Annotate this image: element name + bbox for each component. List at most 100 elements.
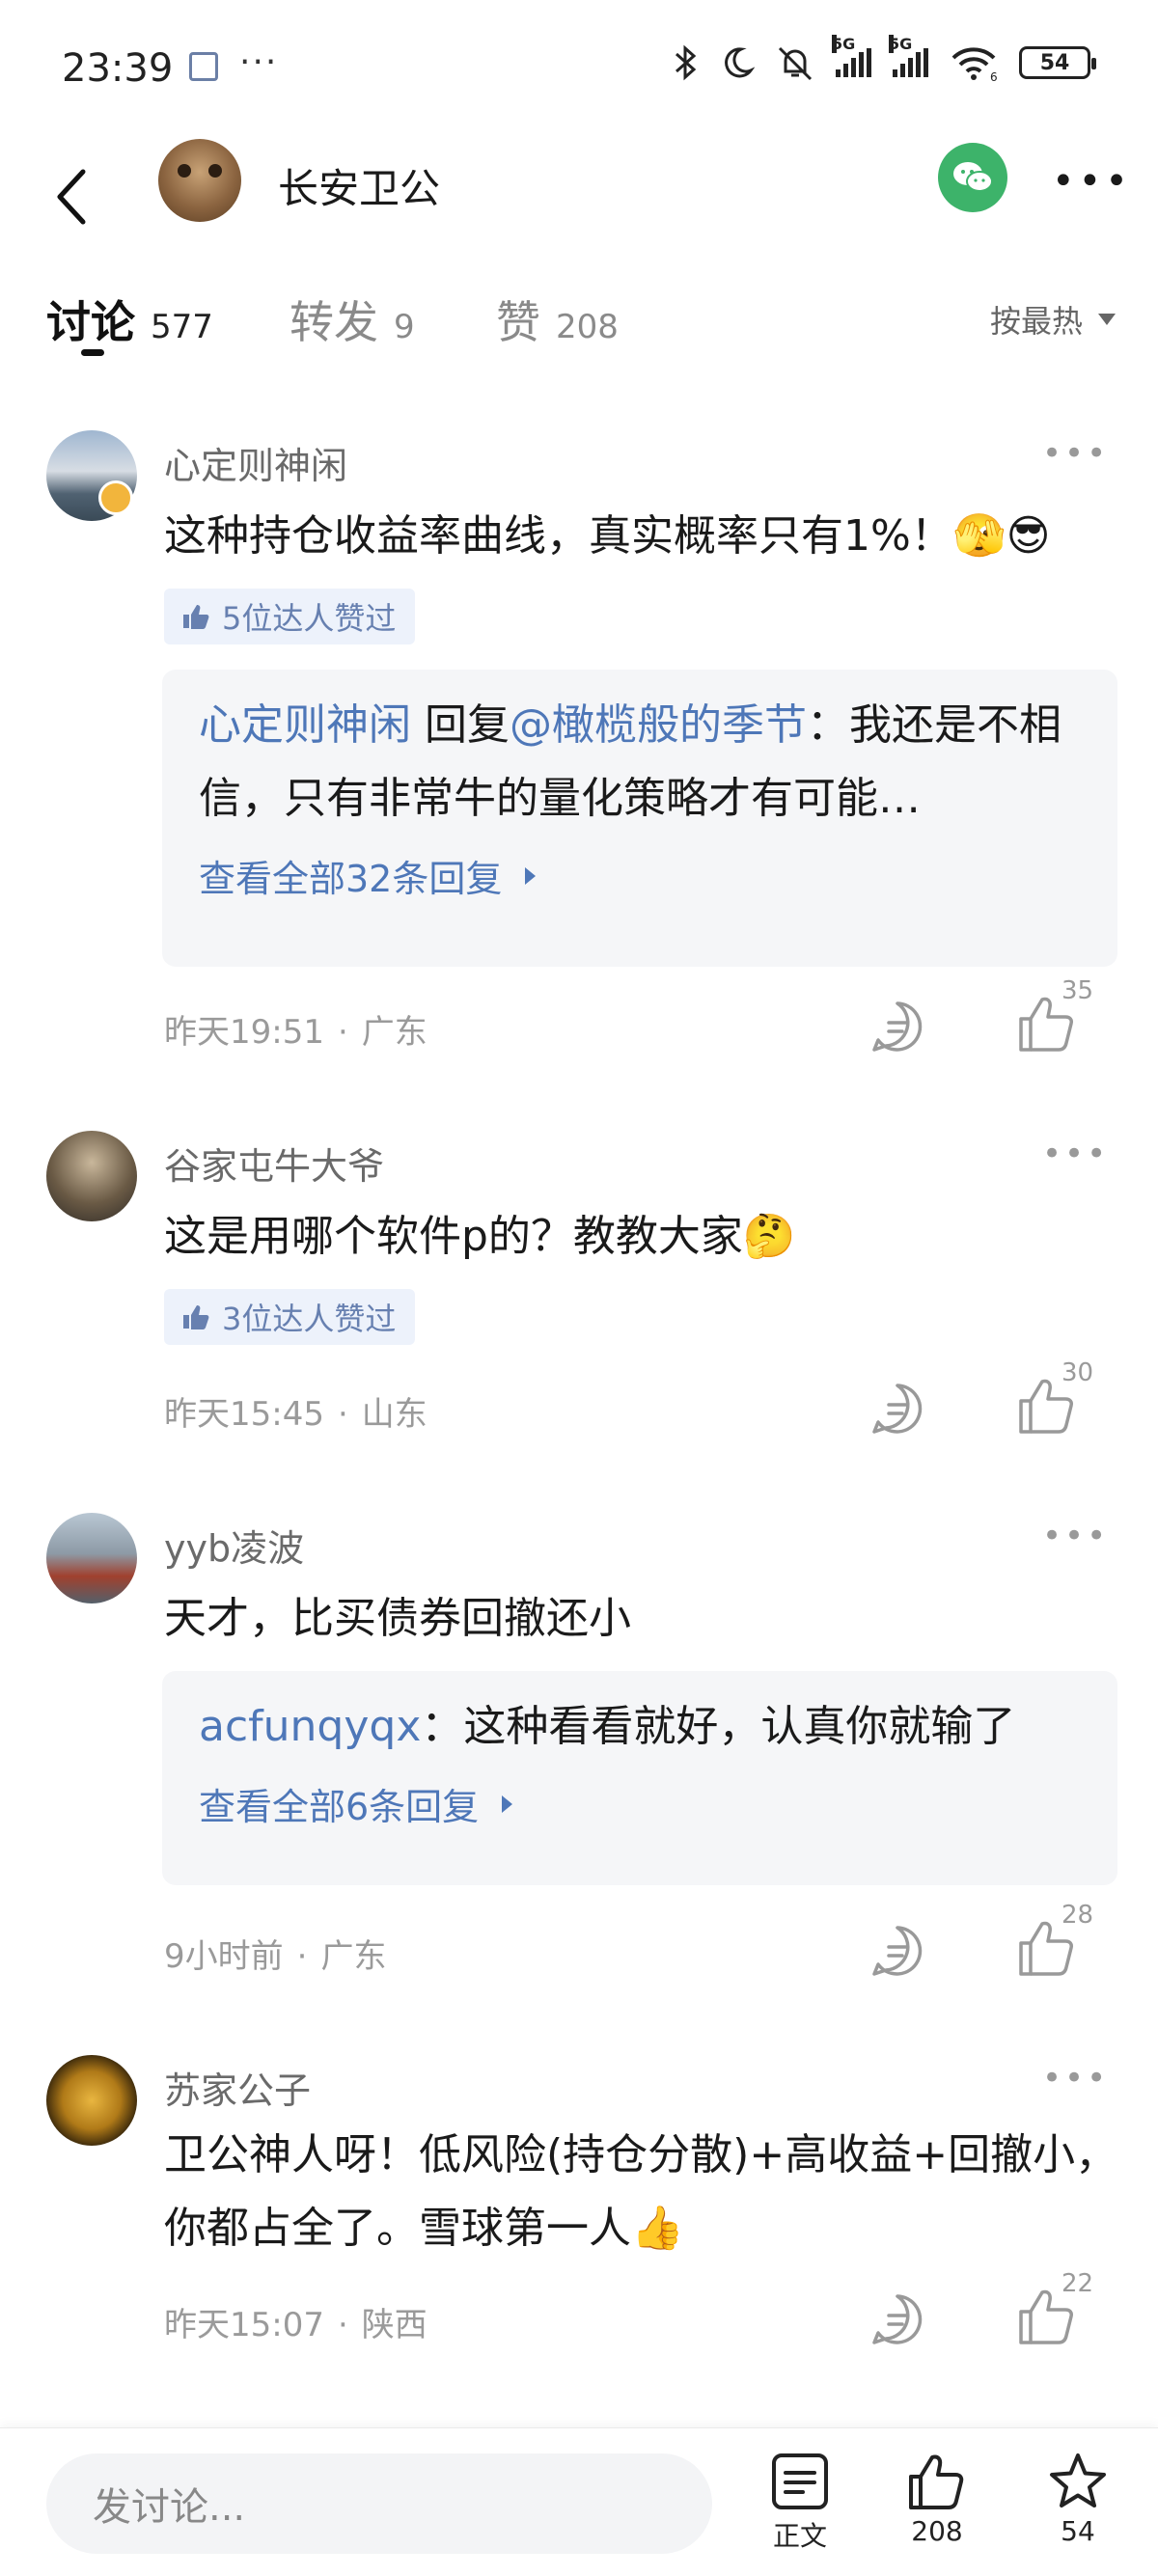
comment-location: 山东 (361, 1395, 427, 1434)
comment-item: 谷家屯牛大爷 ••• 这是用哪个软件p的？教教大家🤔 3位达人赞过 昨天15:4… (0, 1127, 1158, 1474)
battery-indicator: 54 (1019, 46, 1096, 79)
status-time: 23:39 (62, 46, 174, 91)
comment-time: 昨天15:45 (164, 1395, 324, 1434)
badge-text: 5位达人赞过 (222, 600, 397, 637)
reply-icon[interactable] (868, 998, 926, 1055)
view-all-replies-link[interactable]: 查看全部6条回复 (199, 1777, 1081, 1830)
author-name[interactable]: 长安卫公 (278, 156, 440, 215)
comment-more-button[interactable]: ••• (1042, 434, 1109, 473)
reply-icon[interactable] (868, 2290, 926, 2348)
like-count: 28 (1062, 1901, 1094, 1930)
reply-text: 心定则神闲 回复@橄榄般的季节：我还是不相信，只有非常牛的量化策略才有可能… (199, 689, 1081, 836)
comment-text: 这是用哪个软件p的？教教大家🤔 (164, 1212, 796, 1261)
view-all-replies-label: 查看全部6条回复 (199, 1786, 480, 1828)
like-count: 22 (1062, 2269, 1094, 2298)
thumbs-up-icon (909, 2454, 964, 2509)
reply-body: ：这种看看就好，认真你就输了 (421, 1702, 1016, 1751)
badge-text: 3位达人赞过 (222, 1301, 397, 1337)
tab-likes[interactable]: 赞 208 (496, 288, 619, 351)
reply-author[interactable]: 心定则神闲 (199, 700, 411, 750)
comment-more-button[interactable]: ••• (1042, 1517, 1109, 1555)
avatar[interactable] (46, 1131, 137, 1221)
like-count: 208 (911, 2515, 963, 2547)
document-icon (772, 2453, 828, 2509)
favorite-count: 54 (1061, 2515, 1095, 2547)
cell-signal-2-icon: 5G (889, 35, 928, 77)
cell-signal-1-icon: 5G (832, 35, 871, 77)
commenter-name[interactable]: 谷家屯牛大爷 (164, 1137, 384, 1190)
wifi-icon: 6 (951, 47, 998, 81)
comment-text: 天才，比买债券回撤还小 (164, 1594, 631, 1643)
bottom-action-bar: 发讨论... 正文 208 54 (0, 2427, 1158, 2576)
favorite-button[interactable]: 54 (1025, 2450, 1131, 2547)
comment-location: 广东 (361, 1013, 427, 1052)
comment-text: 这种持仓收益率曲线，真实概率只有1%！🫣😎 (164, 511, 1051, 561)
tab-count: 208 (556, 308, 619, 346)
moon-icon (725, 47, 755, 78)
reply-preview[interactable]: 心定则神闲 回复@橄榄般的季节：我还是不相信，只有非常牛的量化策略才有可能… 查… (162, 670, 1117, 967)
thumbs-up-icon (183, 605, 209, 629)
reply-icon[interactable] (868, 1922, 926, 1980)
avatar[interactable] (46, 1513, 137, 1603)
svg-text:6: 6 (990, 70, 998, 81)
reply-verb: 回复 (411, 700, 510, 750)
reply-preview[interactable]: acfunqyqx：这种看看就好，认真你就输了 查看全部6条回复 (162, 1671, 1117, 1885)
comment-meta: 昨天19:51 · 广东 (164, 1013, 427, 1052)
back-arrow-icon[interactable] (39, 158, 106, 235)
like-post-button[interactable]: 208 (884, 2450, 990, 2547)
mute-bell-icon (778, 46, 813, 81)
comment-meta: 昨天15:45 · 山东 (164, 1395, 427, 1434)
bluetooth-icon (676, 44, 697, 81)
tab-bar: 讨论 577 转发 9 赞 208 按最热 (0, 280, 1158, 386)
commenter-name[interactable]: yyb凌波 (164, 1519, 304, 1572)
more-options-button[interactable]: ••• (1052, 162, 1132, 201)
comment-meta: 9小时前 · 广东 (164, 1937, 387, 1976)
comment-more-button[interactable]: ••• (1042, 2059, 1109, 2097)
commenter-name[interactable]: 心定则神闲 (164, 436, 347, 489)
tab-label: 转发 (290, 296, 378, 348)
thumbs-up-icon (183, 1305, 209, 1329)
comment-location: 陕西 (361, 2306, 427, 2344)
comment-text: 卫公神人呀！低风险(持仓分散)+高收益+回撤小，你都占全了。雪球第一人👍 (164, 2130, 1118, 2253)
tab-count: 9 (394, 308, 415, 346)
caret-down-icon (1098, 314, 1116, 325)
like-count: 30 (1062, 1358, 1094, 1387)
expert-likes-badge[interactable]: 5位达人赞过 (164, 589, 416, 644)
sort-dropdown[interactable]: 按最热 (990, 297, 1116, 342)
comment-time: 9小时前 (164, 1937, 284, 1976)
comment-location: 广东 (320, 1937, 387, 1976)
sort-label: 按最热 (989, 303, 1083, 340)
comment-time: 昨天15:07 (164, 2306, 324, 2344)
article-label: 正文 (772, 2520, 827, 2552)
more-notifications-icon: ··· (239, 42, 279, 82)
wechat-icon (953, 162, 993, 192)
tab-count: 577 (151, 308, 213, 346)
avatar[interactable] (46, 2055, 137, 2146)
view-all-replies-link[interactable]: 查看全部32条回复 (199, 849, 1081, 902)
commenter-name[interactable]: 苏家公子 (164, 2061, 311, 2114)
author-avatar[interactable] (158, 139, 241, 222)
reply-icon[interactable] (868, 1380, 926, 1438)
triangle-right-icon (502, 1795, 513, 1813)
view-all-replies-label: 查看全部32条回复 (199, 858, 503, 900)
wechat-share-button[interactable] (938, 143, 1007, 212)
comment-time: 昨天19:51 (164, 1013, 324, 1052)
comment-item: 苏家公子 ••• 卫公神人呀！低风险(持仓分散)+高收益+回撤小，你都占全了。雪… (0, 2051, 1158, 2379)
tab-label: 讨论 (46, 296, 135, 348)
comment-more-button[interactable]: ••• (1042, 1135, 1109, 1173)
comment-meta: 昨天15:07 · 陕西 (164, 2306, 427, 2344)
header: 长安卫公 ••• (0, 135, 1158, 289)
article-button[interactable]: 正文 (747, 2450, 853, 2554)
verified-badge-icon (98, 480, 133, 515)
star-icon (1050, 2453, 1106, 2507)
tab-discussion[interactable]: 讨论 577 (46, 288, 213, 351)
expert-likes-badge[interactable]: 3位达人赞过 (164, 1289, 416, 1345)
reply-mention[interactable]: @橄榄般的季节 (510, 700, 807, 750)
tab-label: 赞 (496, 296, 540, 348)
discussion-input[interactable]: 发讨论... (46, 2453, 712, 2554)
tab-reposts[interactable]: 转发 9 (290, 288, 415, 351)
comment-item: yyb凌波 ••• 天才，比买债券回撤还小 acfunqyqx：这种看看就好，认… (0, 1509, 1158, 1976)
reply-author[interactable]: acfunqyqx (199, 1702, 421, 1751)
reply-text: acfunqyqx：这种看看就好，认真你就输了 (199, 1690, 1081, 1764)
like-count: 35 (1062, 976, 1094, 1005)
